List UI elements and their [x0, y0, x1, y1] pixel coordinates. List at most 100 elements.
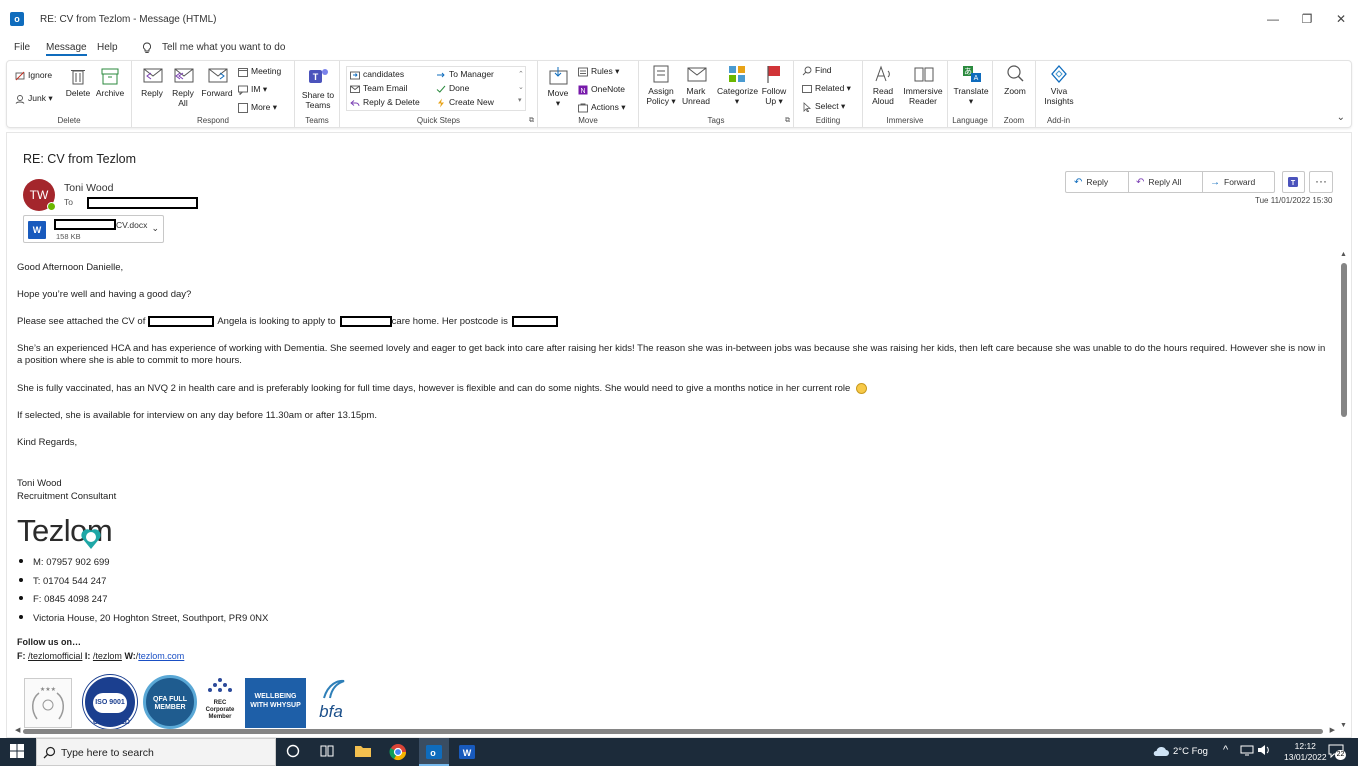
- immersive-reader-button[interactable]: Immersive Reader: [901, 64, 945, 106]
- reply-button[interactable]: Reply: [138, 66, 166, 98]
- signature-name: Toni Wood: [17, 478, 62, 489]
- mark-unread-button[interactable]: Mark Unread: [681, 64, 711, 106]
- outlook-taskbar-button[interactable]: o: [419, 738, 449, 766]
- reply-all-button[interactable]: Reply All: [169, 66, 197, 108]
- notification-center-icon[interactable]: 22: [1328, 744, 1346, 760]
- redacted-name: [148, 316, 215, 327]
- quickstep-team-email[interactable]: Team Email: [350, 83, 407, 94]
- word-taskbar-icon[interactable]: W: [458, 743, 476, 761]
- horizontal-scrollbar[interactable]: ◀ ▶: [15, 726, 1335, 736]
- windows-start-icon[interactable]: [9, 743, 27, 761]
- chevron-down-icon[interactable]: ⌄: [151, 223, 159, 234]
- teams-share-button[interactable]: T: [1282, 171, 1305, 193]
- more-respond-button[interactable]: More ▾: [238, 102, 277, 113]
- svg-text:あ: あ: [964, 67, 972, 76]
- restore-button[interactable]: ❐: [1292, 8, 1322, 30]
- body-line-2: Please see attached the CV of Angela is l…: [17, 316, 558, 328]
- volume-icon[interactable]: [1257, 744, 1271, 759]
- scroll-right-icon[interactable]: ▶: [1330, 726, 1335, 734]
- clock-date: 13/01/2022: [1284, 752, 1327, 762]
- facebook-link[interactable]: /tezlomofficial: [28, 651, 82, 661]
- mail-icon: [350, 84, 360, 94]
- vertical-scrollbar[interactable]: ▲ ▼: [1339, 251, 1349, 729]
- cortana-icon[interactable]: [285, 743, 303, 761]
- website-link[interactable]: tezlom.com: [138, 651, 184, 661]
- archive-button[interactable]: Archive: [94, 66, 126, 98]
- scroll-down-icon[interactable]: ▼: [1340, 722, 1347, 729]
- reply-inline-button[interactable]: ↶ Reply: [1074, 172, 1108, 192]
- quickstep-candidates[interactable]: candidates: [350, 69, 404, 80]
- forward-inline-button[interactable]: → Forward: [1210, 172, 1255, 192]
- network-icon[interactable]: [1240, 744, 1254, 759]
- quickstep-reply-delete[interactable]: Reply & Delete: [350, 97, 420, 108]
- zoom-button[interactable]: Zoom: [997, 64, 1033, 96]
- vertical-scroll-thumb[interactable]: [1341, 263, 1347, 417]
- weather-text[interactable]: 2°C Fog: [1173, 746, 1208, 757]
- find-button[interactable]: Find: [802, 65, 832, 76]
- onenote-button[interactable]: N OneNote: [578, 84, 625, 95]
- file-explorer-icon[interactable]: [354, 743, 372, 761]
- follow-up-label: Follow Up: [761, 86, 787, 106]
- quick-steps-scroll[interactable]: ⌃ ⌄ ▾: [518, 68, 524, 107]
- task-view-icon[interactable]: [319, 743, 337, 761]
- viva-insights-button[interactable]: Viva Insights: [1040, 64, 1078, 106]
- svg-text:★★★: ★★★: [40, 686, 56, 693]
- show-hidden-icons-icon[interactable]: ^: [1223, 744, 1228, 756]
- lightning-icon: [436, 98, 446, 108]
- more-options-button[interactable]: ···: [1309, 171, 1333, 193]
- facebook-label: F:: [17, 651, 26, 661]
- divider: [1202, 172, 1203, 192]
- junk-button[interactable]: Junk ▾: [15, 93, 53, 104]
- tab-help[interactable]: Help: [97, 42, 118, 53]
- chrome-icon[interactable]: [389, 743, 407, 761]
- more-respond-icon: [238, 102, 248, 113]
- assign-policy-button[interactable]: Assign Policy ▾: [645, 64, 677, 106]
- horizontal-scroll-thumb[interactable]: [23, 729, 1323, 734]
- to-manager-label: To Manager: [449, 69, 494, 79]
- tab-file[interactable]: File: [14, 42, 30, 53]
- instagram-link[interactable]: /tezlom: [93, 651, 122, 661]
- categorize-button[interactable]: Categorize ▾: [717, 64, 758, 106]
- bullet: [19, 559, 23, 564]
- quickstep-create-new[interactable]: Create New: [436, 97, 494, 108]
- tell-me-search[interactable]: Tell me what you want to do: [162, 42, 285, 53]
- clock[interactable]: 12:12 13/01/2022: [1284, 741, 1327, 763]
- delete-button[interactable]: Delete: [63, 66, 93, 98]
- quickstep-to-manager[interactable]: To Manager: [436, 69, 494, 80]
- attachment-card[interactable]: W CV.docx 158 KB ⌄: [23, 215, 164, 243]
- related-button[interactable]: Related ▾: [802, 83, 851, 94]
- actions-button[interactable]: Actions ▾: [578, 102, 626, 113]
- im-button[interactable]: IM ▾: [238, 84, 267, 96]
- tab-message[interactable]: Message: [46, 42, 87, 56]
- follow-up-button[interactable]: Follow Up ▾: [759, 64, 789, 106]
- rules-button[interactable]: Rules ▾: [578, 66, 619, 77]
- candidates-label: candidates: [363, 69, 405, 79]
- select-button[interactable]: Select ▾: [802, 101, 845, 113]
- bfa-swirl-icon: [323, 679, 345, 699]
- done-label: Done: [449, 83, 470, 93]
- contact-address-text: Victoria House, 20 Hoghton Street, South…: [33, 613, 269, 624]
- sender-name[interactable]: Toni Wood: [64, 182, 113, 194]
- share-to-teams-button[interactable]: T Share to Teams: [299, 64, 337, 110]
- body-line-1: Hope you’re well and having a good day?: [17, 289, 192, 300]
- junk-label: Junk: [28, 93, 46, 103]
- minimize-button[interactable]: —: [1258, 8, 1288, 30]
- scroll-left-icon[interactable]: ◀: [15, 726, 20, 734]
- avatar[interactable]: TW: [23, 179, 56, 211]
- forward-button[interactable]: Forward: [201, 66, 233, 98]
- close-button[interactable]: ✕: [1326, 8, 1356, 30]
- redacted-postcode: [511, 316, 558, 327]
- collapse-ribbon-icon[interactable]: ⌄: [1337, 112, 1345, 123]
- weather-cloud-icon[interactable]: [1152, 744, 1170, 761]
- translate-button[interactable]: あA Translate ▾: [952, 64, 990, 106]
- meeting-button[interactable]: Meeting: [238, 66, 281, 77]
- reply-all-inline-button[interactable]: ↶ Reply All: [1136, 172, 1181, 192]
- ignore-button[interactable]: Ignore: [15, 70, 52, 81]
- taskbar-search-box[interactable]: Type here to search: [36, 738, 276, 766]
- move-button[interactable]: Move ▾: [544, 66, 572, 108]
- read-aloud-button[interactable]: Read Aloud: [867, 64, 899, 106]
- respond-group-label: Respond: [196, 116, 230, 125]
- quickstep-done[interactable]: Done: [436, 83, 469, 94]
- lightbulb-icon: [142, 42, 152, 57]
- scroll-up-icon[interactable]: ▲: [1340, 251, 1347, 258]
